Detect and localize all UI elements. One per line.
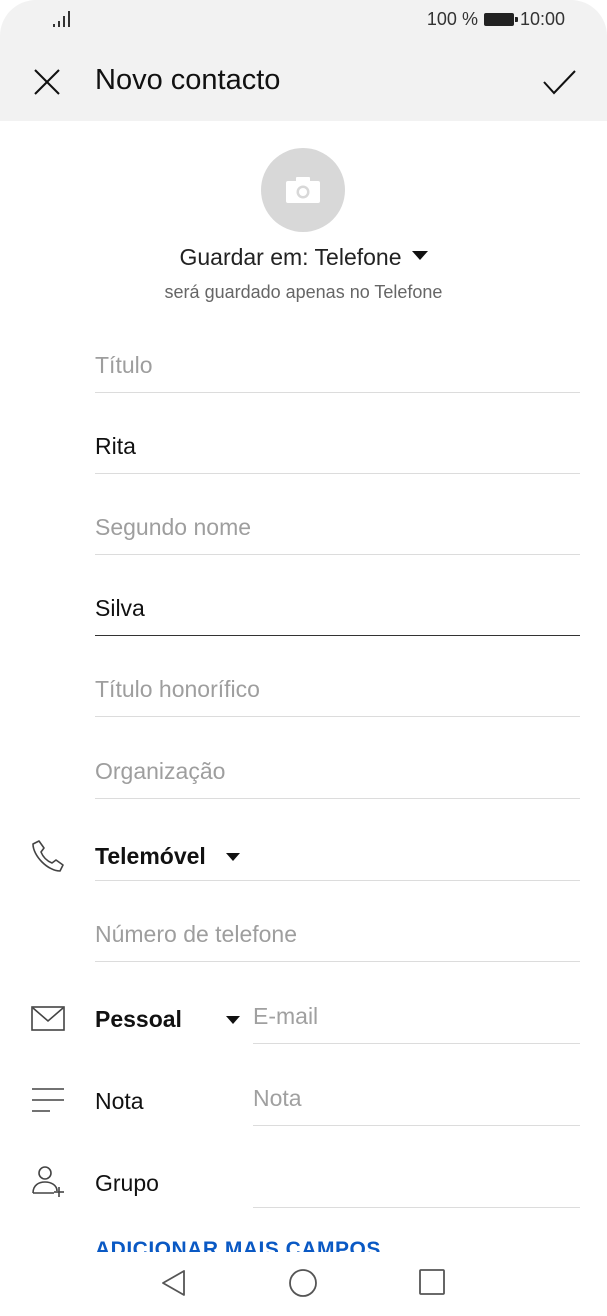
app-bar: 100 % 10:00 Novo contacto bbox=[0, 0, 607, 121]
note-placeholder: Nota bbox=[253, 1085, 302, 1111]
email-placeholder: E-mail bbox=[253, 1003, 319, 1029]
phone-type-dropdown-icon[interactable] bbox=[226, 853, 240, 861]
email-type-dropdown-icon[interactable] bbox=[226, 1016, 240, 1024]
first-name-field[interactable]: Rita bbox=[95, 433, 580, 474]
mail-icon bbox=[31, 1006, 65, 1031]
dropdown-icon bbox=[411, 251, 428, 261]
middle-name-placeholder: Segundo nome bbox=[95, 514, 252, 540]
organization-placeholder: Organização bbox=[95, 758, 226, 784]
add-group-icon bbox=[32, 1166, 64, 1197]
phone-type-selector[interactable]: Telemóvel bbox=[95, 843, 206, 870]
recent-apps-icon[interactable] bbox=[418, 1268, 446, 1296]
save-location-note: será guardado apenas no Telefone bbox=[164, 282, 443, 302]
first-name-value: Rita bbox=[95, 433, 136, 459]
group-label: Grupo bbox=[95, 1170, 159, 1196]
signal-icon bbox=[53, 11, 70, 27]
organization-field[interactable]: Organização bbox=[95, 758, 580, 799]
title-placeholder: Título bbox=[95, 352, 153, 378]
suffix-placeholder: Título honorífico bbox=[95, 676, 260, 702]
middle-name-field[interactable]: Segundo nome bbox=[95, 514, 580, 555]
title-field[interactable]: Título bbox=[95, 352, 580, 393]
phone-number-placeholder: Número de telefone bbox=[95, 921, 298, 947]
last-name-field[interactable]: Silva bbox=[95, 595, 580, 636]
close-icon[interactable] bbox=[28, 63, 66, 101]
system-nav-bar bbox=[0, 1252, 607, 1316]
camera-icon bbox=[286, 177, 320, 203]
suffix-field[interactable]: Título honorífico bbox=[95, 676, 580, 717]
email-field[interactable]: E-mail bbox=[253, 1003, 580, 1044]
clock: 10:00 bbox=[519, 9, 565, 29]
note-icon bbox=[32, 1088, 64, 1112]
add-more-fields-button[interactable]: ADICIONAR MAIS CAMPOS bbox=[95, 1238, 381, 1252]
note-label: Nota bbox=[95, 1088, 144, 1114]
add-photo-button[interactable] bbox=[261, 148, 345, 232]
save-location-selector[interactable]: Guardar em: Telefone bbox=[0, 244, 607, 271]
page-title: Novo contacto bbox=[95, 64, 281, 96]
last-name-value: Silva bbox=[95, 595, 145, 621]
phone-icon bbox=[32, 840, 64, 872]
battery-icon bbox=[483, 13, 518, 26]
group-selector[interactable] bbox=[253, 1167, 580, 1208]
status-right: 100 % 10:00 bbox=[427, 9, 565, 30]
check-icon[interactable] bbox=[539, 62, 579, 102]
home-icon[interactable] bbox=[288, 1268, 318, 1298]
battery-percentage: 100 % bbox=[426, 9, 478, 29]
email-type-selector[interactable]: Pessoal bbox=[95, 1006, 182, 1033]
phone-number-field[interactable]: Número de telefone bbox=[95, 921, 580, 962]
back-icon[interactable] bbox=[160, 1268, 188, 1298]
note-field[interactable]: Nota bbox=[253, 1085, 580, 1126]
save-location-label: Guardar em: Telefone bbox=[179, 244, 402, 270]
